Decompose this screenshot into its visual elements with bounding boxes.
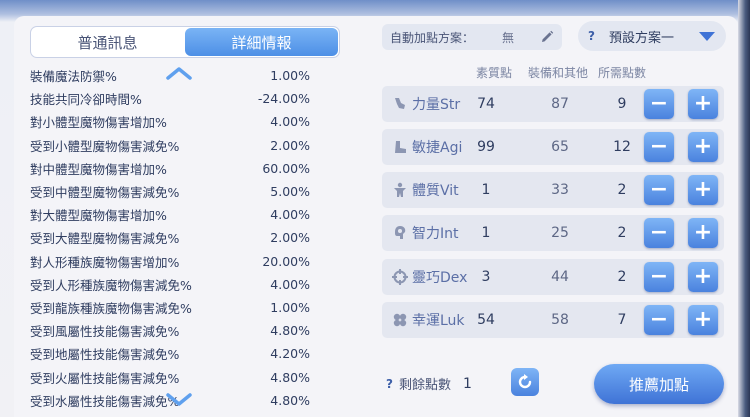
reset-button[interactable] xyxy=(511,368,539,396)
list-item: 技能共同冷卻時間% -24.00% xyxy=(30,91,310,108)
attribute-row-str: 力量Str 74 87 9 − + xyxy=(382,86,724,122)
plus-button[interactable]: + xyxy=(688,218,718,248)
tab-general[interactable]: 普通訊息 xyxy=(31,27,184,57)
help-icon[interactable]: ? xyxy=(386,377,393,391)
header-equip: 裝備和其他 xyxy=(528,66,589,80)
auto-points-value: 無 xyxy=(502,30,515,45)
pencil-icon[interactable] xyxy=(540,30,554,44)
minus-button[interactable]: − xyxy=(644,262,674,292)
help-icon[interactable]: ? xyxy=(588,29,595,43)
plus-button[interactable]: + xyxy=(688,89,718,119)
minus-button[interactable]: − xyxy=(644,89,674,119)
minus-button[interactable]: − xyxy=(644,218,674,248)
minus-button[interactable]: − xyxy=(644,175,674,205)
background-edge xyxy=(738,0,750,417)
luck-clover-icon xyxy=(393,313,407,327)
plus-button[interactable]: + xyxy=(688,175,718,205)
plus-button[interactable]: + xyxy=(688,262,718,292)
recommend-points-button[interactable]: 推薦加點 xyxy=(594,364,724,404)
list-item: 對小體型魔物傷害增加% 4.00% xyxy=(30,114,310,131)
attribute-row-dex: 靈巧Dex 3 44 2 − + xyxy=(382,259,724,295)
list-item: 受到人形種族魔物傷害減免% 4.00% xyxy=(30,276,310,293)
remaining-points-value: 1 xyxy=(462,375,472,392)
preset-label: 預設方案一 xyxy=(608,30,674,46)
strength-icon xyxy=(395,98,405,109)
attribute-row-agi: 敏捷Agi 99 65 12 − + xyxy=(382,129,724,165)
header-base: 素質點 xyxy=(476,66,513,80)
agility-boot-icon xyxy=(395,141,406,153)
triangle-down-icon xyxy=(699,31,715,41)
list-item: 對人形種族魔物傷害增加% 20.00% xyxy=(30,253,310,270)
chevron-up-icon[interactable] xyxy=(165,66,193,80)
plus-button[interactable]: + xyxy=(688,305,718,335)
info-tabs: 普通訊息 詳細情報 xyxy=(30,26,340,58)
remaining-points: ? 剩餘點數 1 xyxy=(386,374,472,394)
dexterity-crosshair-icon xyxy=(392,269,408,285)
attribute-row-luk: 幸運Luk 54 58 7 − + xyxy=(382,302,724,338)
list-item: 對中體型魔物傷害增加% 60.00% xyxy=(30,160,310,177)
intelligence-head-icon xyxy=(395,226,406,239)
list-item: 受到龍族種族魔物傷害減免% 1.00% xyxy=(30,299,310,316)
minus-button[interactable]: − xyxy=(644,132,674,162)
auto-points-label: 自動加點方案： xyxy=(390,30,475,45)
list-item: 受到火屬性技能傷害減免% 4.80% xyxy=(30,369,310,386)
list-item: 受到地屬性技能傷害減免% 4.20% xyxy=(30,346,310,363)
vitality-body-icon xyxy=(394,182,406,197)
minus-button[interactable]: − xyxy=(644,305,674,335)
tab-details[interactable]: 詳細情報 xyxy=(185,28,338,56)
refresh-icon xyxy=(518,374,532,389)
auto-points-field[interactable]: 自動加點方案： 無 xyxy=(382,24,562,50)
list-item: 受到中體型魔物傷害減免% 5.00% xyxy=(30,184,310,201)
plus-button[interactable]: + xyxy=(688,132,718,162)
preset-dropdown[interactable]: ? 預設方案一 xyxy=(578,21,726,51)
list-item: 對大體型魔物傷害增加% 4.00% xyxy=(30,207,310,224)
detail-stat-list[interactable]: 裝備魔法防禦% 1.00% 技能共同冷卻時間% -24.00% 對小體型魔物傷害增加… xyxy=(30,64,310,412)
list-item: 受到小體型魔物傷害減免% 2.00% xyxy=(30,137,310,154)
list-item: 受到大體型魔物傷害減免% 2.00% xyxy=(30,230,310,247)
remaining-points-label: 剩餘點數 xyxy=(398,378,451,393)
attribute-row-int: 智力Int 1 25 2 − + xyxy=(382,215,724,251)
list-item: 受到風屬性技能傷害減免% 4.80% xyxy=(30,323,310,340)
attribute-row-vit: 體質Vit 1 33 2 − + xyxy=(382,172,724,208)
header-cost: 所需點數 xyxy=(598,66,647,80)
chevron-down-icon[interactable] xyxy=(165,393,193,407)
